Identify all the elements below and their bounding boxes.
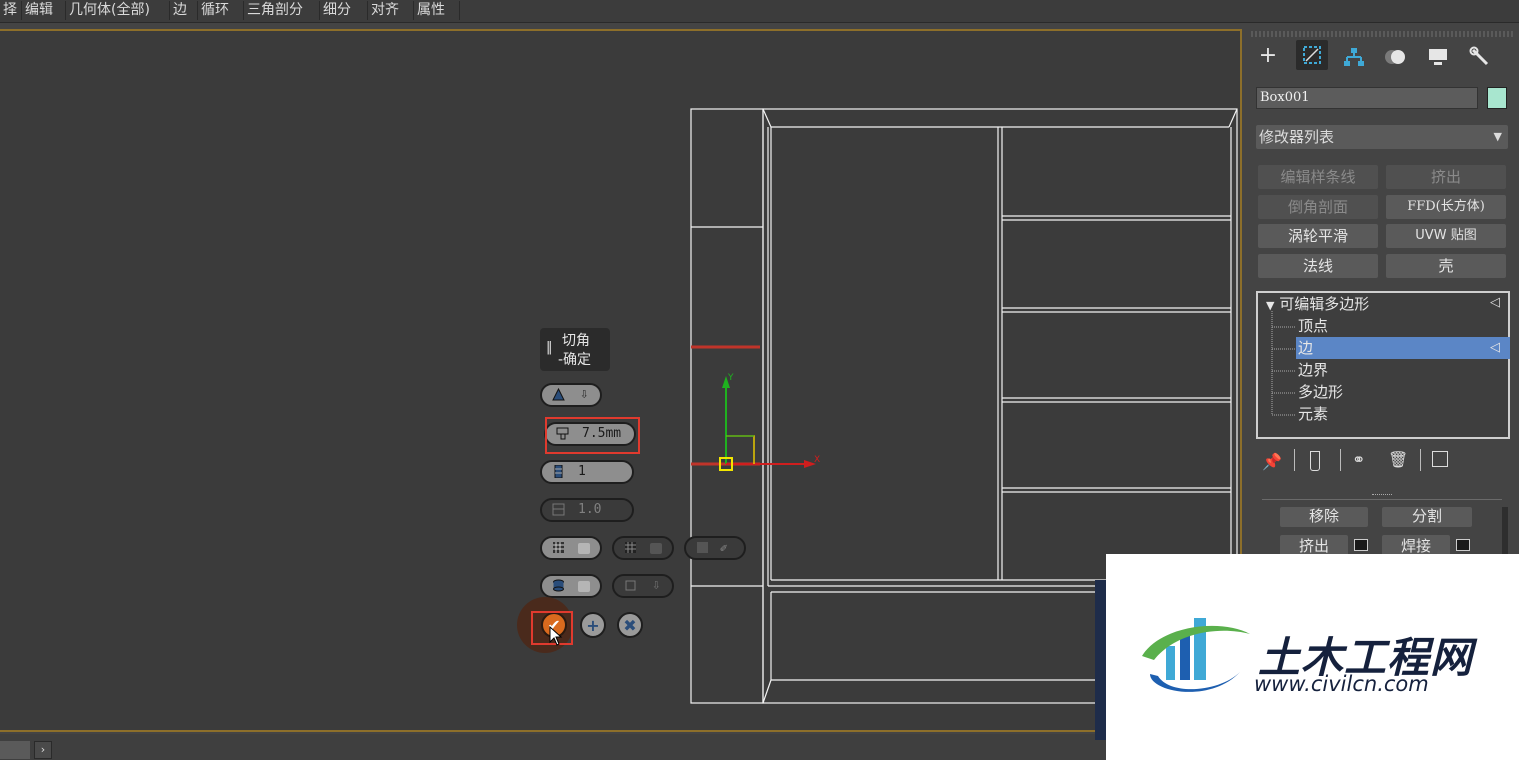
tension-icon	[552, 503, 565, 516]
configure-sets-icon[interactable]	[1432, 451, 1448, 467]
chamfer-tension-value: 1.0	[578, 502, 602, 517]
extrude-mod-button[interactable]: 挤出	[1386, 165, 1506, 189]
toggle-box	[578, 543, 590, 554]
cube-icon	[625, 580, 636, 591]
extrude-settings-button[interactable]	[1354, 539, 1368, 551]
modifier-list-label: 修改器列表	[1259, 128, 1335, 146]
caddy-title-line1: 切角	[562, 333, 590, 349]
grid-icon	[625, 542, 636, 553]
pin-stack-icon[interactable]: 📌	[1262, 452, 1282, 471]
stack-item-element[interactable]: 元素	[1298, 403, 1328, 425]
motion-tab-icon[interactable]	[1382, 42, 1410, 70]
cylinder-icon	[553, 579, 564, 592]
object-color-swatch[interactable]	[1487, 87, 1507, 109]
create-tab-icon[interactable]: +	[1254, 42, 1282, 70]
dropdown-arrow-icon: ⇩	[652, 577, 661, 593]
divider	[1420, 449, 1421, 471]
segments-icon	[554, 465, 563, 478]
stack-item-edge[interactable]: 边 ◁	[1296, 337, 1510, 359]
hierarchy-tab-icon[interactable]	[1340, 42, 1368, 70]
gizmo-x-label: X	[814, 455, 820, 465]
chamfer-segments-field[interactable]: 1	[540, 460, 634, 484]
shell-button[interactable]: 壳	[1386, 254, 1506, 278]
close-icon: ✖	[623, 616, 637, 635]
modifier-list-dropdown[interactable]: 修改器列表 ▼	[1256, 125, 1508, 149]
stack-item-polygon[interactable]: 多边形	[1298, 381, 1343, 403]
smooth-icon	[697, 542, 708, 553]
show-end-result-icon[interactable]	[1310, 451, 1320, 471]
utilities-tab-icon[interactable]	[1466, 42, 1494, 70]
display-tab-icon[interactable]	[1424, 42, 1452, 70]
rollout-divider	[1262, 499, 1502, 500]
chamfer-tension-field[interactable]: 1.0	[540, 498, 634, 522]
divider	[1294, 449, 1295, 471]
object-name-field[interactable]: Box001	[1256, 87, 1478, 109]
watermark-url: www.civilcn.com	[1254, 672, 1429, 696]
turbosmooth-button[interactable]: 涡轮平滑	[1258, 224, 1378, 248]
remove-modifier-icon[interactable]: 🗑	[1388, 450, 1408, 469]
time-slider-thumb[interactable]	[0, 741, 30, 759]
highlight-box	[545, 417, 640, 454]
grid-icon	[553, 542, 564, 553]
weld-settings-button[interactable]	[1456, 539, 1470, 551]
dropdown-arrow-icon: ⇩	[580, 386, 589, 402]
rollout-grip[interactable]	[1372, 494, 1392, 499]
remove-button[interactable]: 移除	[1280, 507, 1368, 527]
toggle-box	[578, 581, 590, 592]
command-panel: + Box001 修改器列表 ▼ 编辑样条线 挤出 倒角剖面 FFD(长方体) …	[1246, 29, 1519, 560]
material-id-toggle[interactable]	[540, 574, 602, 598]
smoothing-group-dropdown[interactable]: ⇩	[612, 574, 674, 598]
stack-triangle-icon: ◁	[1490, 340, 1500, 355]
logo-emblem-icon	[1142, 618, 1250, 692]
ffd-box-button[interactable]: FFD(长方体)	[1386, 195, 1506, 219]
chevron-down-icon: ▼	[1493, 130, 1502, 143]
cancel-button[interactable]: ✖	[617, 612, 643, 638]
gizmo-y-label: Y	[727, 373, 734, 383]
chamfer-type-icon	[552, 388, 565, 401]
normal-button[interactable]: 法线	[1258, 254, 1378, 278]
stack-triangle-icon: ◁	[1490, 295, 1500, 310]
stack-item-vertex[interactable]: 顶点	[1298, 315, 1328, 337]
apply-continue-button[interactable]: +	[580, 612, 606, 638]
smooth-toggle[interactable]: ✐	[684, 536, 746, 560]
collapse-icon[interactable]: ‖	[546, 340, 553, 355]
caddy-title[interactable]: ‖ 切角 -确定	[540, 328, 610, 371]
bevel-profile-button[interactable]: 倒角剖面	[1258, 195, 1378, 219]
watermark-logo: 土木工程网 www.civilcn.com	[1106, 554, 1519, 760]
chamfer-segments-value: 1	[578, 464, 586, 479]
invert-open-toggle[interactable]	[540, 536, 602, 560]
modify-tab-icon[interactable]	[1296, 40, 1328, 70]
modifier-stack[interactable]: ▼ 可编辑多边形 ◁ 顶点 边 ◁ 边界 多边形 元素	[1256, 291, 1510, 439]
next-arrow-icon[interactable]: ›	[34, 741, 52, 759]
brush-icon: ✐	[720, 541, 728, 555]
stack-item-border[interactable]: 边界	[1298, 359, 1328, 381]
mouse-cursor-icon	[549, 626, 563, 646]
panel-scrollbar[interactable]	[1502, 507, 1508, 557]
edit-spline-button[interactable]: 编辑样条线	[1258, 165, 1378, 189]
uvw-map-button[interactable]: UVW 贴图	[1386, 224, 1506, 248]
transform-gizmo[interactable]: Y X	[690, 360, 830, 480]
split-button[interactable]: 分割	[1382, 507, 1472, 527]
panel-grip[interactable]	[1251, 31, 1513, 37]
tree-lines	[1271, 311, 1296, 416]
inset-toggle[interactable]	[612, 536, 674, 560]
chamfer-type-dropdown[interactable]: ⇩	[540, 383, 602, 407]
caddy-title-line2: -确定	[558, 352, 592, 368]
divider	[1340, 449, 1341, 471]
make-unique-icon[interactable]: ⚭	[1352, 450, 1365, 469]
plus-icon: +	[586, 616, 600, 635]
toggle-box	[650, 543, 662, 554]
